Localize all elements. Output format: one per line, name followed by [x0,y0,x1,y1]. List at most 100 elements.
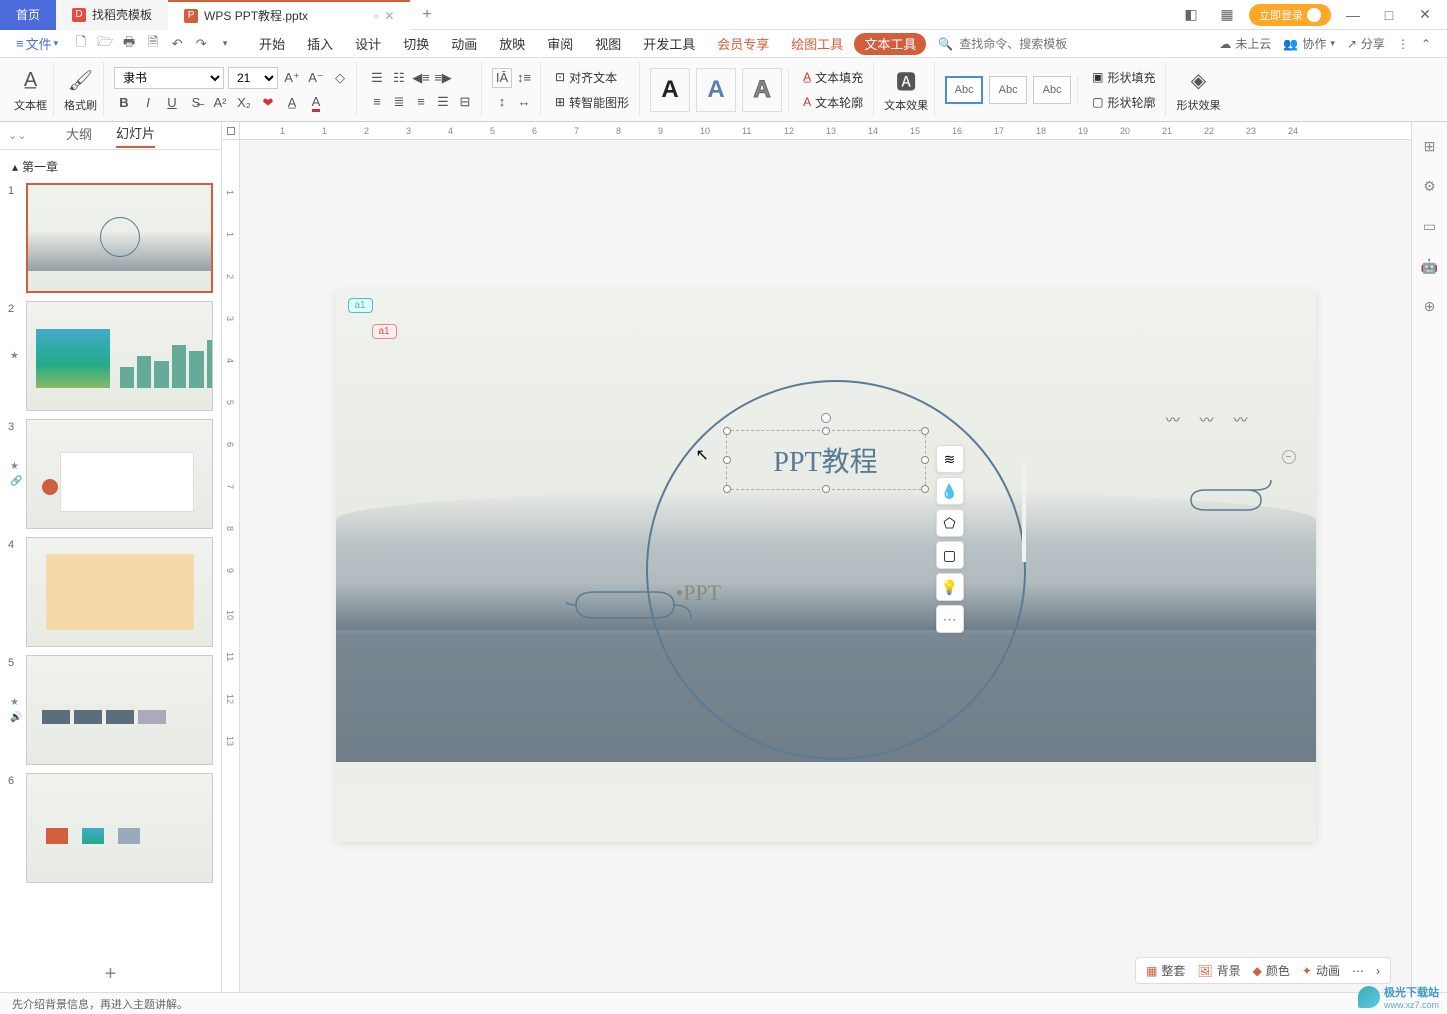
sel-handle-tl[interactable] [723,427,731,435]
slide-thumb-2[interactable] [26,301,213,411]
sel-handle-br[interactable] [921,485,929,493]
align-center[interactable]: ≣ [389,92,409,112]
menu-tab-member[interactable]: 会员专享 [706,30,780,58]
slide-item-1[interactable]: 1 [8,183,213,293]
slide-item-5[interactable]: 5 ★🔊 [8,655,213,765]
shape-style-3[interactable]: Abc [1033,76,1071,104]
align-right[interactable]: ≡ [411,92,431,112]
comment-tag-2[interactable]: a1 [372,324,397,339]
underline-button[interactable]: U [162,93,182,113]
slide-thumb-6[interactable] [26,773,213,883]
sel-handle-ml[interactable] [723,456,731,464]
menu-tab-slideshow[interactable]: 放映 [488,30,536,58]
qat-undo[interactable]: ↶ [166,33,188,55]
tab-template[interactable]: D 找稻壳模板 [56,0,168,30]
color-button[interactable]: ◆颜色 [1253,962,1290,979]
add-slide-button[interactable]: + [0,956,221,992]
bold-button[interactable]: B [114,93,134,113]
panel-tab-outline[interactable]: 大纲 [66,124,92,147]
sel-handle-mr[interactable] [921,456,929,464]
subscript-button[interactable]: X₂ [234,93,254,113]
background-button[interactable]: 🖼背景 [1197,962,1240,979]
menu-tab-start[interactable]: 开始 [248,30,296,58]
qat-dropdown[interactable]: ▾ [214,33,236,55]
panel-collapse[interactable]: ⌄⌄ [8,129,26,142]
wordart-style-2[interactable]: A [696,68,736,112]
qat-save[interactable]: 🗋 [70,33,92,55]
number-button[interactable]: ☷ [389,68,409,88]
slide-item-2[interactable]: 2 ★ [8,301,213,411]
slide-thumb-3[interactable] [26,419,213,529]
cloud-status[interactable]: ☁ 未上云 [1219,35,1271,52]
wordart-style-1[interactable]: A [650,68,690,112]
superscript-button[interactable]: A² [210,93,230,113]
font-color2-button[interactable]: A [306,93,326,113]
sel-handle-tm[interactable] [822,427,830,435]
menu-tab-animation[interactable]: 动画 [440,30,488,58]
tab-close-icon[interactable]: ✕ [384,9,394,23]
shape-fill-button[interactable]: ▣ 形状填充 [1088,67,1159,88]
slide-thumb-1[interactable] [26,183,213,293]
share-button[interactable]: ↗ 分享 [1347,35,1385,52]
more-options[interactable]: ⋯ [1352,964,1364,978]
tab-expand-icon[interactable]: ▫ [374,9,378,23]
shape-outline-button[interactable]: ▢ 形状轮廓 [1088,92,1159,113]
rotation-handle[interactable] [821,413,831,423]
strike-button[interactable]: S̶ [186,93,206,113]
collab-button[interactable]: 👥 协作 ▾ [1283,35,1335,52]
rs-design[interactable]: ⊞ [1418,134,1442,158]
align-text-button[interactable]: ⊡ 对齐文本 [551,67,633,88]
float-eyedropper[interactable]: 💧 [936,477,964,505]
title-text[interactable]: PPT教程 [773,440,877,480]
panel-tab-slides[interactable]: 幻灯片 [116,123,155,148]
slide-item-4[interactable]: 4 [8,537,213,647]
ruler-horizontal[interactable]: 1123456789101112131415161718192021222324 [240,122,1411,140]
apps-icon[interactable]: ▦ [1213,1,1241,29]
title-textbox[interactable]: PPT教程 [726,430,926,490]
close-button[interactable]: ✕ [1411,1,1439,29]
clear-format[interactable]: ◇ [330,68,350,88]
tab-home[interactable]: 首页 [0,0,56,30]
italic-button[interactable]: I [138,93,158,113]
slide-item-3[interactable]: 3 ★🔗 [8,419,213,529]
next-button[interactable]: › [1376,964,1380,978]
qat-preview[interactable]: 🗎 [142,33,164,55]
float-frame[interactable]: ▢ [936,541,964,569]
char-spacing[interactable]: ↔ [514,92,534,112]
distribute[interactable]: ⊟ [455,92,475,112]
collapse-ribbon[interactable]: ⌃ [1421,37,1431,51]
animation-button[interactable]: ✦动画 [1302,962,1340,979]
menu-tab-view[interactable]: 视图 [584,30,632,58]
sel-handle-tr[interactable] [921,427,929,435]
tab-add[interactable]: + [410,6,443,24]
login-button[interactable]: 立即登录 [1249,4,1331,26]
highlight-button[interactable]: A̲ [282,93,302,113]
float-layers[interactable]: ≋ [936,445,964,473]
spacing-h[interactable]: ↕ [492,92,512,112]
font-grow[interactable]: A⁺ [282,68,302,88]
text-direction-button[interactable]: IĀ [492,68,512,88]
sel-handle-bm[interactable] [822,485,830,493]
menu-tab-devtools[interactable]: 开发工具 [632,30,706,58]
shape-effects-button[interactable]: ◈ 形状效果 [1176,67,1220,113]
suite-button[interactable]: ▦整套 [1146,962,1185,979]
ruler-vertical[interactable]: 112345678910111213 [222,140,240,992]
shape-style-1[interactable]: Abc [945,76,983,104]
search-input[interactable] [959,37,1079,51]
qat-open[interactable]: 🗁 [94,33,116,55]
ruler-corner[interactable] [222,122,240,140]
text-effects-button[interactable]: 🅰 文本效果 [884,67,928,113]
slides-list[interactable]: 1 2 ★ 3 ★🔗 4 [0,183,221,956]
rs-ai[interactable]: 🤖 [1418,254,1442,278]
tab-document[interactable]: P WPS PPT教程.pptx ▫ ✕ [168,0,410,30]
comment-tag-1[interactable]: a1 [348,298,373,313]
smart-shape-button[interactable]: ⊞ 转智能图形 [551,92,633,113]
textbox-button[interactable]: A̲ 文本框 [14,67,47,113]
shape-style-2[interactable]: Abc [989,76,1027,104]
float-idea[interactable]: 💡 [936,573,964,601]
font-name-select[interactable]: 隶书 [114,67,224,89]
slide-item-6[interactable]: 6 [8,773,213,883]
menu-tab-review[interactable]: 审阅 [536,30,584,58]
line-spacing[interactable]: ↕≡ [514,68,534,88]
wordart-style-3[interactable]: A [742,68,782,112]
